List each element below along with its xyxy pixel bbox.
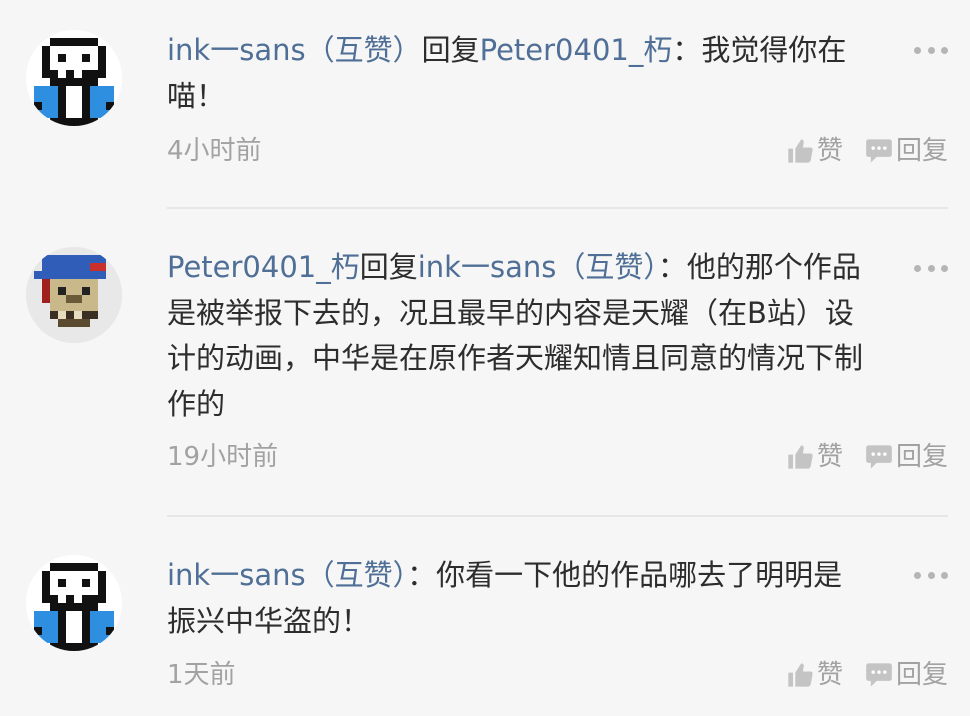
author-name[interactable]: ink一sans（互赞） [167, 558, 407, 592]
separator: ： [672, 33, 702, 67]
thumbs-up-icon [788, 139, 813, 163]
reply-word: 回复 [359, 250, 418, 284]
like-label: 赞 [816, 660, 843, 690]
comment-meta: 4小时前 赞 回复 [167, 135, 948, 167]
thumbs-up-icon [788, 663, 813, 687]
like-label: 赞 [816, 442, 843, 472]
reply-button[interactable]: 回复 [865, 441, 948, 473]
separator: ： [407, 558, 437, 592]
timestamp: 19小时前 [167, 442, 279, 472]
separator: ： [657, 250, 687, 284]
comment-body: Peter0401_朽回复ink一sans（互赞）：他的那个作品是被举报下去的，… [167, 245, 867, 427]
comment-actions: 赞 回复 [764, 659, 948, 691]
comment-bubble-icon [866, 445, 892, 469]
thumbs-up-icon [788, 445, 813, 469]
reply-label: 回复 [895, 660, 948, 690]
divider [167, 515, 948, 517]
comment-actions: 赞 回复 [764, 135, 948, 167]
comment-text: ink一sans（互赞）：你看一下他的作品哪去了明明是振兴中华盗的！ [167, 553, 867, 644]
more-options-icon[interactable] [914, 565, 948, 585]
reply-to-name[interactable]: Peter0401_朽 [480, 33, 673, 67]
author-name[interactable]: Peter0401_朽 [167, 250, 360, 284]
comment-text: Peter0401_朽回复ink一sans（互赞）：他的那个作品是被举报下去的，… [167, 245, 867, 427]
timestamp: 1天前 [167, 660, 236, 690]
like-button[interactable]: 赞 [786, 659, 843, 691]
like-button[interactable]: 赞 [786, 441, 843, 473]
more-options-icon[interactable] [914, 40, 948, 60]
comment-body: ink一sans（互赞）回复Peter0401_朽：我觉得你在喵！ [167, 28, 867, 119]
pixel-skeleton-avatar-icon [26, 555, 122, 651]
comment-bubble-icon [866, 139, 892, 163]
reply-label: 回复 [895, 442, 948, 472]
author-name[interactable]: ink一sans（互赞） [167, 33, 422, 67]
comment-body: ink一sans（互赞）：你看一下他的作品哪去了明明是振兴中华盗的！ [167, 553, 867, 644]
avatar[interactable] [26, 247, 122, 343]
reply-to-name[interactable]: ink一sans（互赞） [418, 250, 658, 284]
comment-list: ink一sans（互赞）回复Peter0401_朽：我觉得你在喵！ 4小时前 赞… [0, 0, 970, 716]
reply-word: 回复 [421, 33, 480, 67]
avatar[interactable] [26, 30, 122, 126]
comment-text: ink一sans（互赞）回复Peter0401_朽：我觉得你在喵！ [167, 28, 867, 119]
like-label: 赞 [816, 136, 843, 166]
reply-button[interactable]: 回复 [865, 135, 948, 167]
pixel-pirate-skull-avatar-icon [26, 247, 122, 343]
avatar[interactable] [26, 555, 122, 651]
like-button[interactable]: 赞 [786, 135, 843, 167]
timestamp: 4小时前 [167, 136, 262, 166]
comment-bubble-icon [866, 663, 892, 687]
more-options-icon[interactable] [914, 258, 948, 278]
comment-meta: 19小时前 赞 回复 [167, 441, 948, 473]
reply-label: 回复 [895, 136, 948, 166]
comment-actions: 赞 回复 [764, 441, 948, 473]
comment-meta: 1天前 赞 回复 [167, 659, 948, 691]
reply-button[interactable]: 回复 [865, 659, 948, 691]
pixel-skeleton-avatar-icon [26, 30, 122, 126]
divider [167, 207, 948, 209]
